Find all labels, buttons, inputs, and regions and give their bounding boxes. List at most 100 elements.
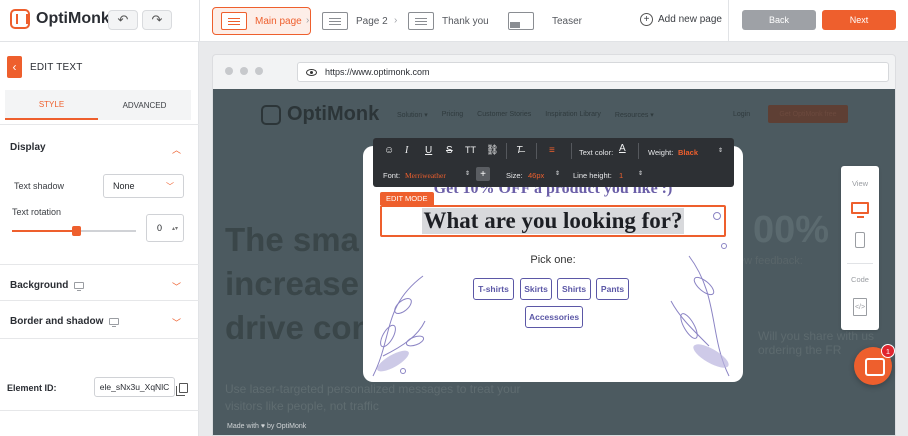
stepper-icon[interactable]: ⇕ bbox=[718, 147, 723, 154]
align-center-icon[interactable]: ≡ bbox=[549, 145, 555, 156]
font-select[interactable]: Merriweather bbox=[405, 171, 446, 180]
undo-icon: ↶ bbox=[117, 12, 129, 27]
section-border-header[interactable]: Border and shadow bbox=[10, 316, 120, 327]
choice-button-tshirts[interactable]: T-shirts bbox=[473, 278, 514, 300]
tab-advanced[interactable]: ADVANCED bbox=[98, 90, 191, 120]
page-tab-teaser[interactable]: Teaser bbox=[500, 7, 590, 35]
tab-style[interactable]: STYLE bbox=[5, 90, 98, 120]
underline-icon[interactable]: U bbox=[425, 145, 432, 156]
add-font-button[interactable]: + bbox=[476, 167, 490, 181]
choice-button-accessories[interactable]: Accessories bbox=[525, 306, 583, 328]
site-login: Login bbox=[733, 111, 751, 118]
line-height-input[interactable]: 1 bbox=[619, 171, 623, 180]
back-arrow-button[interactable]: ‹ bbox=[7, 56, 22, 78]
element-id-field[interactable]: ele_sNx3u_XqNlC bbox=[94, 377, 175, 397]
pick-one-text[interactable]: Pick one: bbox=[363, 254, 743, 266]
window-dots bbox=[225, 67, 263, 75]
divider bbox=[0, 124, 199, 125]
hero-line: increase bbox=[225, 265, 359, 302]
hero-right-number: 00% bbox=[753, 209, 830, 251]
url-bar[interactable]: https://www.optimonk.com bbox=[297, 62, 889, 82]
back-button[interactable]: Back bbox=[742, 10, 816, 30]
desktop-icon bbox=[74, 282, 85, 291]
device-view-panel: View Code </> bbox=[841, 166, 879, 330]
divider bbox=[199, 0, 200, 42]
section-title: Border and shadow bbox=[10, 316, 104, 327]
choice-button-shirts[interactable]: Shirts bbox=[557, 278, 591, 300]
next-button[interactable]: Next bbox=[822, 10, 896, 30]
stepper-icon[interactable]: ▴▾ bbox=[172, 225, 178, 232]
page-tab-main[interactable]: Main page bbox=[212, 7, 311, 35]
section-display-header[interactable]: Display bbox=[10, 142, 46, 153]
chevron-up-icon[interactable]: ︿ bbox=[172, 143, 181, 156]
site-nav-item: Pricing bbox=[441, 111, 464, 118]
hero-subtitle: Use laser-targeted personalized messages… bbox=[225, 382, 521, 413]
text-color-label: Text color: bbox=[579, 148, 614, 157]
text-shadow-select[interactable]: None ﹀ bbox=[103, 174, 184, 198]
toolbar-separator bbox=[571, 143, 572, 159]
line-height-label: Line height: bbox=[573, 171, 612, 180]
desktop-view-icon[interactable] bbox=[851, 202, 869, 218]
element-id-label: Element ID: bbox=[7, 383, 57, 393]
text-rotation-slider[interactable] bbox=[12, 226, 136, 236]
code-label: Code bbox=[851, 275, 869, 284]
selected-headline-element[interactable]: What are you looking for? bbox=[380, 205, 726, 237]
view-label: View bbox=[851, 179, 869, 188]
page-thumbnail-icon bbox=[408, 12, 434, 30]
site-logo-text: OptiMonk bbox=[287, 103, 380, 125]
text-rotation-input[interactable]: 0 ▴▾ bbox=[146, 214, 184, 242]
teaser-thumbnail-icon bbox=[508, 12, 534, 30]
page-tab-thank-you[interactable]: Thank you bbox=[400, 7, 497, 35]
emoji-icon[interactable]: ☺ bbox=[384, 145, 394, 156]
text-color-picker-icon[interactable]: A bbox=[619, 143, 626, 154]
slider-handle[interactable] bbox=[72, 226, 81, 236]
stepper-icon[interactable]: ⇕ bbox=[555, 170, 560, 177]
left-sidebar: ‹ EDIT TEXT STYLE ADVANCED Display ︿ Tex… bbox=[0, 42, 199, 436]
hero-line: The sma bbox=[225, 221, 359, 258]
chevron-down-icon[interactable]: ﹀ bbox=[172, 316, 181, 329]
chat-notification-badge: 1 bbox=[881, 344, 895, 358]
link-icon[interactable]: ⛓ bbox=[486, 145, 499, 156]
strikethrough-icon[interactable]: S bbox=[446, 145, 453, 156]
choice-button-pants[interactable]: Pants bbox=[596, 278, 629, 300]
copy-icon[interactable] bbox=[176, 383, 188, 396]
popup-headline[interactable]: What are you looking for? bbox=[421, 208, 685, 234]
toolbar-separator bbox=[506, 143, 507, 159]
plus-circle-icon: + bbox=[640, 13, 653, 26]
site-nav-item: Customer Stories bbox=[477, 111, 532, 118]
hero-line: drive con bbox=[225, 309, 372, 346]
sidebar-tabs: STYLE ADVANCED bbox=[5, 90, 191, 120]
size-input[interactable]: 46px bbox=[528, 171, 544, 180]
mobile-view-icon[interactable] bbox=[855, 232, 865, 248]
add-new-page-button[interactable]: + Add new page bbox=[640, 13, 722, 26]
slider-fill bbox=[12, 230, 76, 232]
undo-button[interactable]: ↶ bbox=[108, 10, 138, 30]
site-nav-item: Resources ▾ bbox=[614, 112, 654, 119]
page-tab-label: Thank you bbox=[442, 15, 489, 27]
chevron-down-icon[interactable]: ﹀ bbox=[172, 280, 181, 293]
eye-icon[interactable] bbox=[306, 68, 317, 76]
site-cta: Get OptiMonk free bbox=[768, 105, 848, 123]
site-nav-item: Solution ▾ bbox=[397, 112, 428, 119]
code-file-icon[interactable]: </> bbox=[853, 298, 867, 316]
section-background-header[interactable]: Background bbox=[10, 280, 85, 291]
weight-select[interactable]: Black bbox=[678, 148, 698, 157]
optimonk-logo-icon bbox=[10, 9, 30, 29]
divider bbox=[0, 264, 199, 265]
redo-button[interactable]: ↷ bbox=[142, 10, 172, 30]
redo-icon: ↷ bbox=[151, 12, 163, 27]
made-with-optimonk: Made with ♥ by OptiMonk bbox=[227, 423, 307, 430]
chevron-right-icon: › bbox=[306, 15, 310, 26]
text-case-icon[interactable]: TT bbox=[465, 145, 476, 155]
page-tab-page-2[interactable]: Page 2 bbox=[314, 7, 396, 35]
input-value: 0 bbox=[157, 223, 163, 233]
app-name: OptiMonk bbox=[36, 10, 110, 27]
italic-icon[interactable]: I bbox=[405, 145, 408, 156]
clear-format-icon[interactable]: T̶ bbox=[516, 145, 522, 156]
stepper-icon[interactable]: ⇕ bbox=[465, 170, 470, 177]
font-label: Font: bbox=[383, 171, 401, 180]
divider bbox=[728, 0, 729, 42]
weight-label: Weight: bbox=[648, 148, 674, 157]
choice-button-skirts[interactable]: Skirts bbox=[520, 278, 552, 300]
stepper-icon[interactable]: ⇕ bbox=[638, 170, 643, 177]
